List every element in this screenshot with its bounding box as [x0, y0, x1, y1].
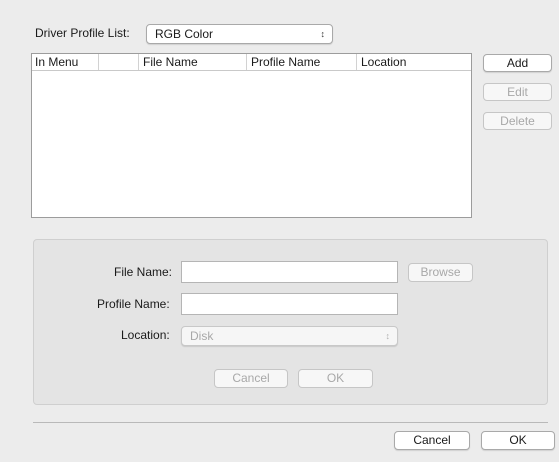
browse-button[interactable]: Browse [408, 263, 473, 282]
file-name-label: File Name: [114, 265, 173, 279]
column-header-profile-name[interactable]: Profile Name [246, 54, 356, 70]
location-selected: Disk [190, 329, 214, 343]
location-label: Location: [121, 328, 170, 342]
add-button[interactable]: Add [483, 54, 552, 72]
profile-table[interactable]: In Menu File Name Profile Name Location [31, 53, 472, 218]
delete-button[interactable]: Delete [483, 112, 552, 130]
footer-divider [33, 422, 548, 423]
profile-name-label: Profile Name: [97, 297, 170, 311]
location-select[interactable]: Disk ↕ [181, 326, 398, 346]
profile-name-field[interactable] [181, 293, 398, 315]
file-name-field[interactable] [181, 261, 398, 283]
select-arrows-icon: ↕ [320, 29, 326, 39]
driver-profile-list-select[interactable]: RGB Color ↕ [146, 24, 333, 44]
column-header-spacer[interactable] [98, 54, 138, 70]
edit-button[interactable]: Edit [483, 83, 552, 101]
form-cancel-button[interactable]: Cancel [214, 369, 288, 388]
driver-profile-list-selected: RGB Color [155, 27, 214, 41]
column-header-location[interactable]: Location [356, 54, 471, 70]
form-ok-button[interactable]: OK [298, 369, 373, 388]
cancel-button[interactable]: Cancel [394, 431, 470, 450]
select-arrows-icon: ↕ [385, 331, 391, 341]
profile-table-header: In Menu File Name Profile Name Location [32, 54, 471, 71]
driver-profile-list-label: Driver Profile List: [35, 26, 130, 40]
column-header-file-name[interactable]: File Name [138, 54, 246, 70]
profile-table-body[interactable] [32, 71, 471, 217]
column-header-in-menu[interactable]: In Menu [32, 54, 98, 70]
ok-button[interactable]: OK [481, 431, 555, 450]
